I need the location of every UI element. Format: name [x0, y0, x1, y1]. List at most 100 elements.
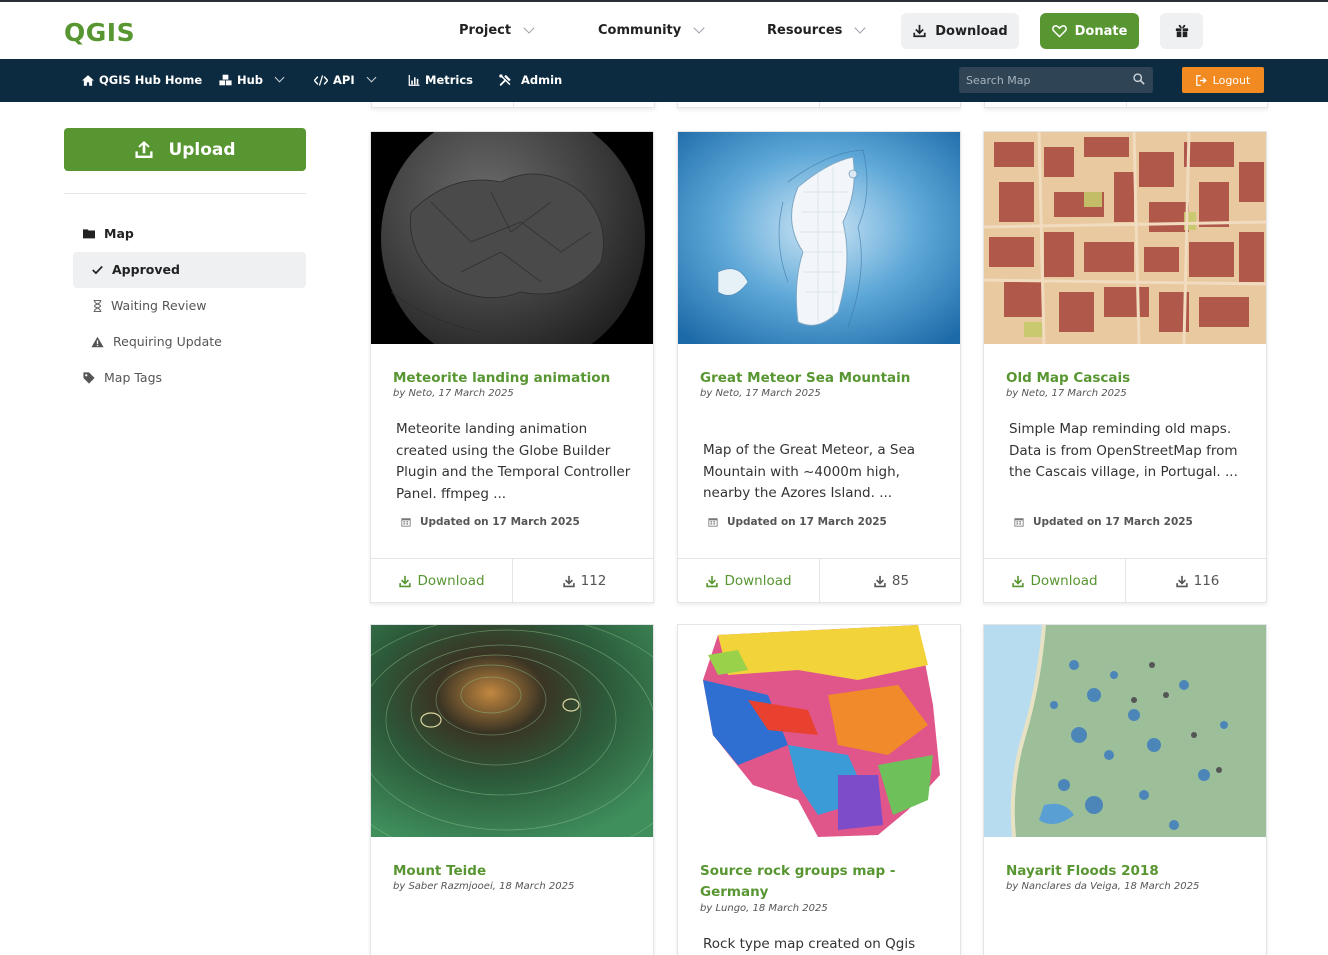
chevron-down-icon: [523, 22, 535, 34]
warning-icon: [91, 336, 104, 347]
hub-menu[interactable]: Hub: [219, 72, 285, 87]
logout-label: Logout: [1212, 73, 1251, 87]
gift-button[interactable]: [1160, 13, 1203, 49]
home-icon: [82, 74, 94, 86]
upload-icon: [135, 140, 153, 159]
map-card: Source rock groups map - Germany by Lung…: [677, 624, 961, 955]
card-description: Rock type map created on Qgis: [703, 936, 916, 952]
card-byline: by Neto, 17 March 2025: [1006, 388, 1127, 399]
hub-home-link[interactable]: QGIS Hub Home: [82, 73, 202, 87]
metrics-link[interactable]: Metrics: [408, 73, 473, 87]
card-download-button[interactable]: Download: [984, 559, 1126, 602]
card-download-count-value: 116: [1193, 573, 1220, 589]
chart-bar-icon: [408, 74, 420, 86]
hub-home-label: QGIS Hub Home: [99, 73, 203, 87]
sidebar-item-label: Map Tags: [104, 370, 163, 385]
sidebar-item-requiring-update[interactable]: Requiring Update: [91, 334, 222, 349]
hub-navbar: QGIS Hub Home Hub API Metrics Admin Logo…: [0, 59, 1328, 102]
download-label: Download: [935, 23, 1008, 39]
tools-icon: [499, 73, 511, 86]
nav-project[interactable]: Project: [459, 22, 535, 38]
sidebar-item-label: Approved: [112, 262, 180, 277]
sidebar-section-label: Map: [104, 226, 134, 241]
card-byline: by Neto, 17 March 2025: [393, 388, 514, 399]
upload-button[interactable]: Upload: [64, 128, 306, 171]
check-icon: [92, 265, 103, 274]
map-thumbnail[interactable]: [984, 625, 1266, 837]
sidebar-item-waiting-review[interactable]: Waiting Review: [93, 298, 207, 313]
map-thumbnail[interactable]: [678, 132, 960, 344]
api-label: API: [333, 73, 355, 87]
map-thumbnail[interactable]: [371, 132, 653, 344]
card-updated-text: Updated on 17 March 2025: [420, 516, 580, 528]
qgis-logo[interactable]: QGIS: [64, 18, 135, 47]
search-icon[interactable]: [1133, 73, 1145, 85]
download-qgis-button[interactable]: Download: [901, 13, 1019, 49]
hourglass-icon: [93, 299, 102, 312]
card-byline: by Neto, 17 March 2025: [700, 388, 821, 399]
chevron-down-icon: [274, 72, 285, 83]
chevron-down-icon: [366, 72, 377, 83]
calendar-icon: [708, 518, 718, 527]
nav-resources[interactable]: Resources: [767, 22, 867, 38]
map-card: Old Map Cascais by Neto, 17 March 2025 S…: [983, 131, 1267, 603]
card-download-label: Download: [417, 573, 485, 589]
nav-community-label: Community: [598, 23, 682, 38]
card-title[interactable]: Great Meteor Sea Mountain: [700, 368, 940, 389]
download-icon: [706, 575, 719, 587]
sidebar-section-map[interactable]: Map: [83, 226, 134, 241]
sidebar-item-approved[interactable]: Approved: [92, 262, 180, 277]
chevron-down-icon: [854, 22, 867, 34]
upload-label: Upload: [168, 139, 236, 160]
nav-resources-label: Resources: [767, 23, 843, 38]
tag-icon: [83, 371, 95, 384]
card-title[interactable]: Mount Teide: [393, 861, 633, 882]
download-icon: [1012, 575, 1025, 587]
donate-label: Donate: [1074, 23, 1128, 39]
card-download-count: 85: [820, 559, 960, 602]
admin-label: Admin: [521, 73, 563, 87]
card-title[interactable]: Source rock groups map - Germany: [700, 861, 940, 903]
map-thumbnail[interactable]: [371, 625, 653, 837]
download-icon: [874, 575, 886, 587]
card-download-button[interactable]: Download: [678, 559, 820, 602]
card-download-button[interactable]: Download: [371, 559, 513, 602]
nav-community[interactable]: Community: [598, 22, 705, 38]
logo-text: QGIS: [64, 18, 136, 47]
sidebar-item-label: Requiring Update: [113, 334, 222, 349]
card-updated: Updated on 17 March 2025: [1014, 516, 1193, 528]
card-title[interactable]: Nayarit Floods 2018: [1006, 861, 1246, 882]
map-card: Great Meteor Sea Mountain by Neto, 17 Ma…: [677, 131, 961, 603]
gift-icon: [1175, 24, 1188, 38]
card-download-label: Download: [724, 573, 792, 589]
search-input[interactable]: [959, 67, 1129, 93]
map-thumbnail[interactable]: [984, 132, 1266, 344]
calendar-icon: [1014, 518, 1024, 527]
hub-label: Hub: [237, 73, 264, 87]
donate-button[interactable]: Donate: [1040, 13, 1139, 49]
code-icon: [314, 74, 328, 86]
download-icon: [913, 24, 926, 38]
chevron-down-icon: [693, 22, 705, 34]
card-download-count-value: 112: [580, 573, 607, 589]
sidebar-item-map-tags[interactable]: Map Tags: [83, 370, 162, 385]
logout-button[interactable]: Logout: [1182, 67, 1264, 93]
download-icon: [399, 575, 412, 587]
card-title[interactable]: Meteorite landing animation: [393, 368, 633, 389]
map-card: Mount Teide by Saber Razmjooei, 18 March…: [370, 624, 654, 955]
card-download-label: Download: [1030, 573, 1098, 589]
heart-icon: [1051, 25, 1067, 38]
map-card: Nayarit Floods 2018 by Nanclares da Veig…: [983, 624, 1267, 955]
card-byline: by Nanclares da Veiga, 18 March 2025: [1006, 881, 1200, 892]
admin-link[interactable]: Admin: [498, 73, 562, 87]
sidebar-item-label: Waiting Review: [111, 298, 207, 313]
card-download-count: 112: [513, 559, 653, 602]
map-thumbnail[interactable]: [678, 625, 960, 837]
card-download-count: 116: [1126, 559, 1266, 602]
calendar-icon: [401, 518, 411, 527]
card-title[interactable]: Old Map Cascais: [1006, 368, 1246, 389]
api-menu[interactable]: API: [314, 72, 377, 87]
card-description: Map of the Great Meteor, a Sea Mountain …: [703, 442, 916, 501]
card-byline: by Saber Razmjooei, 18 March 2025: [393, 881, 575, 892]
download-icon: [562, 575, 575, 587]
